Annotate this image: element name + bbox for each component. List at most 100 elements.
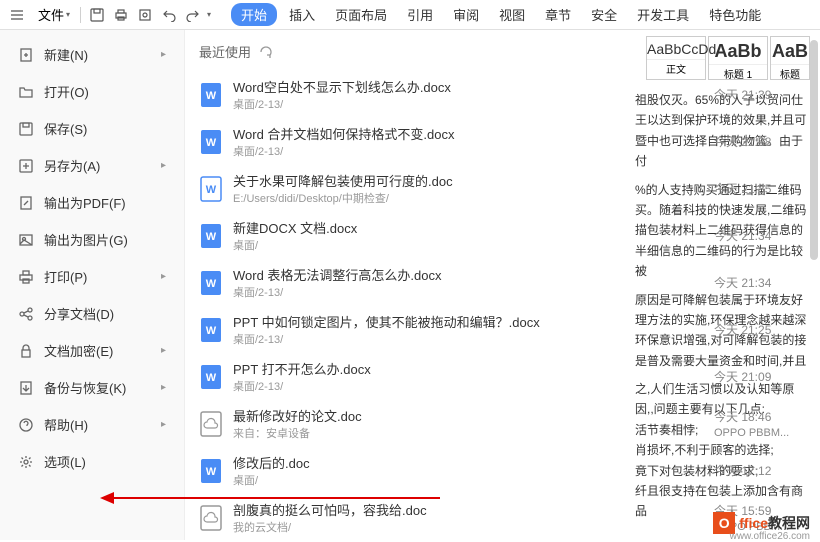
tab-features[interactable]: 特色功能 (701, 3, 769, 26)
recent-file-item[interactable]: 最新修改好的论文.doc 来自：安卓设备 今天 18:46OPPO PBBM..… (199, 400, 820, 447)
doc-file-icon: W (199, 175, 223, 203)
divider (80, 7, 81, 23)
print-icon[interactable] (109, 3, 133, 27)
file-info: 新建DOCX 文档.docx 桌面/ (233, 218, 714, 253)
file-menu[interactable]: 文件 ▾ (32, 0, 76, 29)
chevron-down-icon: ▾ (207, 10, 211, 19)
recent-file-item[interactable]: W 关于水果可降解包装使用可行度的.doc E:/Users/didi/Desk… (199, 165, 820, 212)
sidebar-item-pdf[interactable]: 输出为PDF(F) (0, 184, 184, 221)
sidebar-item-encrypt[interactable]: 文档加密(E)▸ (0, 332, 184, 369)
sidebar-item-open[interactable]: 打开(O) (0, 73, 184, 110)
sidebar-item-options[interactable]: 选项(L) (0, 443, 184, 480)
preview-icon[interactable] (133, 3, 157, 27)
chevron-right-icon: ▸ (161, 271, 166, 282)
gear-icon (18, 454, 34, 470)
scrollbar-thumb[interactable] (810, 40, 818, 260)
svg-text:W: W (206, 90, 217, 102)
file-path: 桌面/ (233, 237, 714, 253)
file-path: 桌面/ (233, 472, 714, 488)
pdf-icon (18, 195, 34, 211)
chevron-right-icon: ▸ (161, 49, 166, 60)
recent-file-item[interactable]: W 新建DOCX 文档.docx 桌面/ 今天 21:34 (199, 212, 820, 259)
help-icon (18, 417, 34, 433)
docx-file-icon: W (199, 128, 223, 156)
chevron-right-icon: ▸ (161, 345, 166, 356)
svg-text:W: W (206, 372, 217, 384)
new-icon (18, 47, 34, 63)
docx-file-icon: W (199, 457, 223, 485)
file-name: 修改后的.doc (233, 453, 714, 472)
svg-text:W: W (206, 137, 217, 149)
recent-file-item[interactable]: W Word 表格无法调整行高怎么办.docx 桌面/2-13/ 今天 21:3… (199, 259, 820, 306)
hamburger-menu[interactable] (4, 0, 32, 29)
recent-header: 最近使用 (199, 42, 820, 61)
sidebar-item-save[interactable]: 保存(S) (0, 110, 184, 147)
backup-icon (18, 380, 34, 396)
refresh-icon[interactable] (259, 45, 273, 59)
folder-icon (18, 84, 34, 100)
sidebar-item-backup[interactable]: 备份与恢复(K)▸ (0, 369, 184, 406)
chevron-right-icon: ▸ (161, 382, 166, 393)
docx-file-icon: W (199, 269, 223, 297)
svg-text:W: W (206, 278, 217, 290)
docx-file-icon: W (199, 81, 223, 109)
file-path: 桌面/2-13/ (233, 96, 714, 112)
file-name: PPT 打不开怎么办.docx (233, 359, 714, 378)
svg-text:W: W (206, 184, 217, 196)
tab-start[interactable]: 开始 (231, 3, 277, 26)
sidebar-item-saveas[interactable]: 另存为(A)▸ (0, 147, 184, 184)
chevron-right-icon: ▸ (161, 419, 166, 430)
saveas-icon (18, 158, 34, 174)
file-time: 今天 21:38 (714, 133, 814, 150)
tab-view[interactable]: 视图 (491, 3, 533, 26)
recent-file-item[interactable]: W PPT 打不开怎么办.docx 桌面/2-13/ 今天 21:09 (199, 353, 820, 400)
redo-icon[interactable] (181, 3, 205, 27)
watermark-url: www.office26.com (730, 531, 810, 542)
file-name: 新建DOCX 文档.docx (233, 218, 714, 237)
tab-sections[interactable]: 章节 (537, 3, 579, 26)
sidebar-item-new[interactable]: 新建(N)▸ (0, 36, 184, 73)
save-icon[interactable] (85, 3, 109, 27)
file-path: 桌面/2-13/ (233, 284, 714, 300)
file-path: E:/Users/didi/Desktop/中期检查/ (233, 190, 714, 206)
recent-file-item[interactable]: W PPT 中如何锁定图片，使其不能被拖动和编辑？.docx 桌面/2-13/ … (199, 306, 820, 353)
recent-file-item[interactable]: W Word空白处不显示下划线怎么办.docx 桌面/2-13/ 今天 21:3… (199, 71, 820, 118)
file-name: PPT 中如何锁定图片，使其不能被拖动和编辑？.docx (233, 312, 714, 331)
file-path: 我的云文档/ (233, 519, 714, 535)
sidebar-item-share[interactable]: 分享文档(D) (0, 295, 184, 332)
tab-references[interactable]: 引用 (399, 3, 441, 26)
tab-security[interactable]: 安全 (583, 3, 625, 26)
tab-review[interactable]: 审阅 (445, 3, 487, 26)
sidebar-item-image[interactable]: 输出为图片(G) (0, 221, 184, 258)
file-time: 今天 21:09 (714, 368, 814, 385)
file-time: 今天 21:34 (714, 274, 814, 291)
cloud-file-icon (199, 504, 223, 532)
docx-file-icon: W (199, 363, 223, 391)
tab-layout[interactable]: 页面布局 (327, 3, 395, 26)
ribbon-tabs: 开始 插入 页面布局 引用 审阅 视图 章节 安全 开发工具 特色功能 (231, 3, 769, 26)
file-time: 今天 21:35 (714, 180, 814, 197)
file-info: PPT 中如何锁定图片，使其不能被拖动和编辑？.docx 桌面/2-13/ (233, 312, 714, 347)
docx-file-icon: W (199, 316, 223, 344)
file-name: Word空白处不显示下划线怎么办.docx (233, 77, 714, 96)
svg-text:W: W (206, 466, 217, 478)
sidebar-item-print[interactable]: 打印(P)▸ (0, 258, 184, 295)
file-name: 最新修改好的论文.doc (233, 406, 714, 425)
recent-file-item[interactable]: W 修改后的.doc 桌面/ 今天 17:12 (199, 447, 820, 494)
file-time: 今天 17:12 (714, 462, 814, 479)
tab-insert[interactable]: 插入 (281, 3, 323, 26)
lock-icon (18, 343, 34, 359)
tab-devtools[interactable]: 开发工具 (629, 3, 697, 26)
recent-file-item[interactable]: W Word 合并文档如何保持格式不变.docx 桌面/2-13/ 今天 21:… (199, 118, 820, 165)
file-name: Word 表格无法调整行高怎么办.docx (233, 265, 714, 284)
image-icon (18, 232, 34, 248)
file-path: 桌面/2-13/ (233, 331, 714, 347)
file-info: PPT 打不开怎么办.docx 桌面/2-13/ (233, 359, 714, 394)
svg-text:W: W (206, 325, 217, 337)
file-info: Word 表格无法调整行高怎么办.docx 桌面/2-13/ (233, 265, 714, 300)
file-time: 今天 18:46OPPO PBBM... (714, 408, 814, 439)
undo-icon[interactable] (157, 3, 181, 27)
file-info: 最新修改好的论文.doc 来自：安卓设备 (233, 406, 714, 441)
save-icon (18, 121, 34, 137)
sidebar-item-help[interactable]: 帮助(H)▸ (0, 406, 184, 443)
